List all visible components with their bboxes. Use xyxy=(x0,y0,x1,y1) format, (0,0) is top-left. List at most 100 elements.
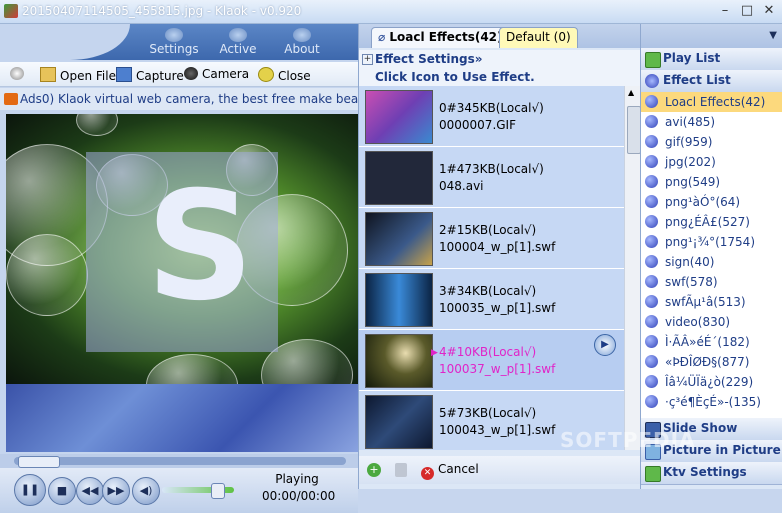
cancel-button[interactable]: ✕ Cancel xyxy=(421,462,479,480)
ktv-settings-header[interactable]: Ktv Settings xyxy=(641,462,782,485)
stop-icon: ■ xyxy=(56,484,68,497)
effect-thumbnail[interactable] xyxy=(365,90,433,144)
category-label: Loacl Effects(42) xyxy=(665,95,766,109)
megaphone-icon xyxy=(4,93,18,105)
open-file-label: Open File xyxy=(60,69,116,83)
category-item[interactable]: sign(40) xyxy=(641,252,782,272)
effects-panel: ⌀ Loacl Effects(42) Default (0) + Effect… xyxy=(358,24,641,489)
category-item[interactable]: «ÞÐÎØÐ§(877) xyxy=(641,352,782,372)
effect-item[interactable]: 2#15KB(Local√) 100004_w_p[1].swf xyxy=(359,208,624,269)
library-sidebar: ▼ Play List Effect List Loacl Effects(42… xyxy=(640,24,782,489)
maximize-button[interactable]: □ xyxy=(738,4,756,20)
mute-button[interactable]: ◀) xyxy=(132,477,160,505)
trash-icon[interactable] xyxy=(395,463,407,477)
pause-button[interactable]: ❚❚ xyxy=(14,474,46,506)
effect-thumbnail[interactable] xyxy=(365,212,433,266)
effect-thumbnail[interactable] xyxy=(365,334,433,388)
effect-settings-link[interactable]: Effect Settings» xyxy=(375,52,482,66)
tab-about[interactable]: About xyxy=(272,28,332,58)
category-icon xyxy=(645,215,658,228)
stop-button[interactable]: ■ xyxy=(48,477,76,505)
video-background-pattern xyxy=(6,384,358,452)
category-item[interactable]: ·ç³é¶ÈçÉ»-(135) xyxy=(641,392,782,412)
effect-item[interactable]: 3#34KB(Local√) 100035_w_p[1].swf xyxy=(359,269,624,330)
effect-item[interactable]: 1#473KB(Local√) 048.avi xyxy=(359,147,624,208)
effect-item-selected[interactable]: ▶ 4#10KB(Local√) 100037_w_p[1].swf ▶ xyxy=(359,330,624,391)
settings-gear-button[interactable] xyxy=(10,67,26,83)
category-item[interactable]: png¹¡¾°(1754) xyxy=(641,232,782,252)
category-icon xyxy=(645,315,658,328)
player-panel: Settings Active About Open File Capture … xyxy=(0,24,358,513)
add-effect-button[interactable]: + xyxy=(367,463,381,477)
category-icon xyxy=(645,95,658,108)
category-item[interactable]: swf(578) xyxy=(641,272,782,292)
category-item[interactable]: jpg(202) xyxy=(641,152,782,172)
category-icon xyxy=(645,335,658,348)
category-item[interactable]: png¹àÓ°(64) xyxy=(641,192,782,212)
seek-bar[interactable] xyxy=(0,454,358,468)
category-item[interactable]: png(549) xyxy=(641,172,782,192)
effect-thumbnail[interactable] xyxy=(365,151,433,205)
scrollbar-thumb[interactable] xyxy=(627,106,641,154)
category-icon xyxy=(645,115,658,128)
effect-filename: 100043_w_p[1].swf xyxy=(439,423,556,437)
ads-ticker[interactable]: Ads0) Klaok virtual web camera, the best… xyxy=(0,88,358,110)
chevron-down-icon[interactable]: ▼ xyxy=(769,30,777,41)
play-effect-button[interactable]: ▶ xyxy=(594,334,616,356)
category-item[interactable]: video(830) xyxy=(641,312,782,332)
category-item[interactable]: avi(485) xyxy=(641,112,782,132)
category-icon xyxy=(645,155,658,168)
effect-size: 5#73KB(Local√) xyxy=(439,406,537,420)
category-label: gif(959) xyxy=(665,135,713,149)
camera-button[interactable]: Camera xyxy=(184,67,249,83)
effect-size: 1#473KB(Local√) xyxy=(439,162,544,176)
volume-slider[interactable] xyxy=(162,483,234,499)
effect-thumbnail[interactable] xyxy=(365,395,433,449)
close-label: Close xyxy=(278,69,311,83)
category-item[interactable]: gif(959) xyxy=(641,132,782,152)
tab-default[interactable]: Default (0) xyxy=(499,27,578,48)
scroll-up-icon[interactable]: ▲ xyxy=(628,88,634,97)
tab-settings[interactable]: Settings xyxy=(144,28,204,58)
ads-text: Ads0) Klaok virtual web camera, the best… xyxy=(20,92,358,106)
effect-size: 0#345KB(Local√) xyxy=(439,101,544,115)
effect-overlay: S xyxy=(86,152,278,352)
tab-local-effects[interactable]: ⌀ Loacl Effects(42) xyxy=(371,27,510,48)
category-item[interactable]: png¿ÉÂ£(527) xyxy=(641,212,782,232)
effect-list-header[interactable]: Effect List xyxy=(641,70,782,93)
effects-footer: + ✕ Cancel xyxy=(359,456,641,484)
volume-thumb[interactable] xyxy=(211,483,225,499)
open-file-button[interactable]: Open File xyxy=(40,67,116,83)
sidebar-top-bar: ▼ xyxy=(641,24,782,48)
capture-button[interactable]: Capture xyxy=(116,67,184,83)
next-button[interactable]: ▶▶ xyxy=(102,477,130,505)
tab-active-label: Active xyxy=(219,42,257,56)
previous-button[interactable]: ◀◀ xyxy=(76,477,104,505)
watermark: SOFTPEDIA xyxy=(560,428,696,452)
effect-item[interactable]: 0#345KB(Local√) 0000007.GIF xyxy=(359,86,624,147)
category-icon xyxy=(645,295,658,308)
effect-thumbnail[interactable] xyxy=(365,273,433,327)
tab-active[interactable]: Active xyxy=(208,28,268,58)
minimize-button[interactable]: – xyxy=(716,4,734,20)
category-label: png¿ÉÂ£(527) xyxy=(665,215,750,229)
expand-icon[interactable]: + xyxy=(362,54,373,65)
category-item[interactable]: Îâ¼ÜÏä¿ò(229) xyxy=(641,372,782,392)
effect-list-scrollbar[interactable]: ▲ xyxy=(624,86,641,450)
seek-thumb[interactable] xyxy=(18,456,60,468)
close-button[interactable]: Close xyxy=(258,67,311,83)
category-item[interactable]: swfÃµ¹â(513) xyxy=(641,292,782,312)
close-window-button[interactable]: ✕ xyxy=(760,4,778,20)
category-item[interactable]: Ì·ÃÂ»éÉ´(182) xyxy=(641,332,782,352)
app-icon xyxy=(4,4,18,18)
category-label: ·ç³é¶ÈçÉ»-(135) xyxy=(665,395,761,409)
ktv-settings-label: Ktv Settings xyxy=(663,465,747,479)
playback-state: Playing xyxy=(275,472,319,486)
play-list-header[interactable]: Play List xyxy=(641,48,782,71)
active-icon xyxy=(229,28,247,42)
effect-list-label: Effect List xyxy=(663,73,731,87)
gear-icon xyxy=(10,67,24,80)
camera-icon xyxy=(184,67,198,80)
category-item-selected[interactable]: Loacl Effects(42) xyxy=(641,92,782,112)
close-circle-icon xyxy=(258,67,274,82)
